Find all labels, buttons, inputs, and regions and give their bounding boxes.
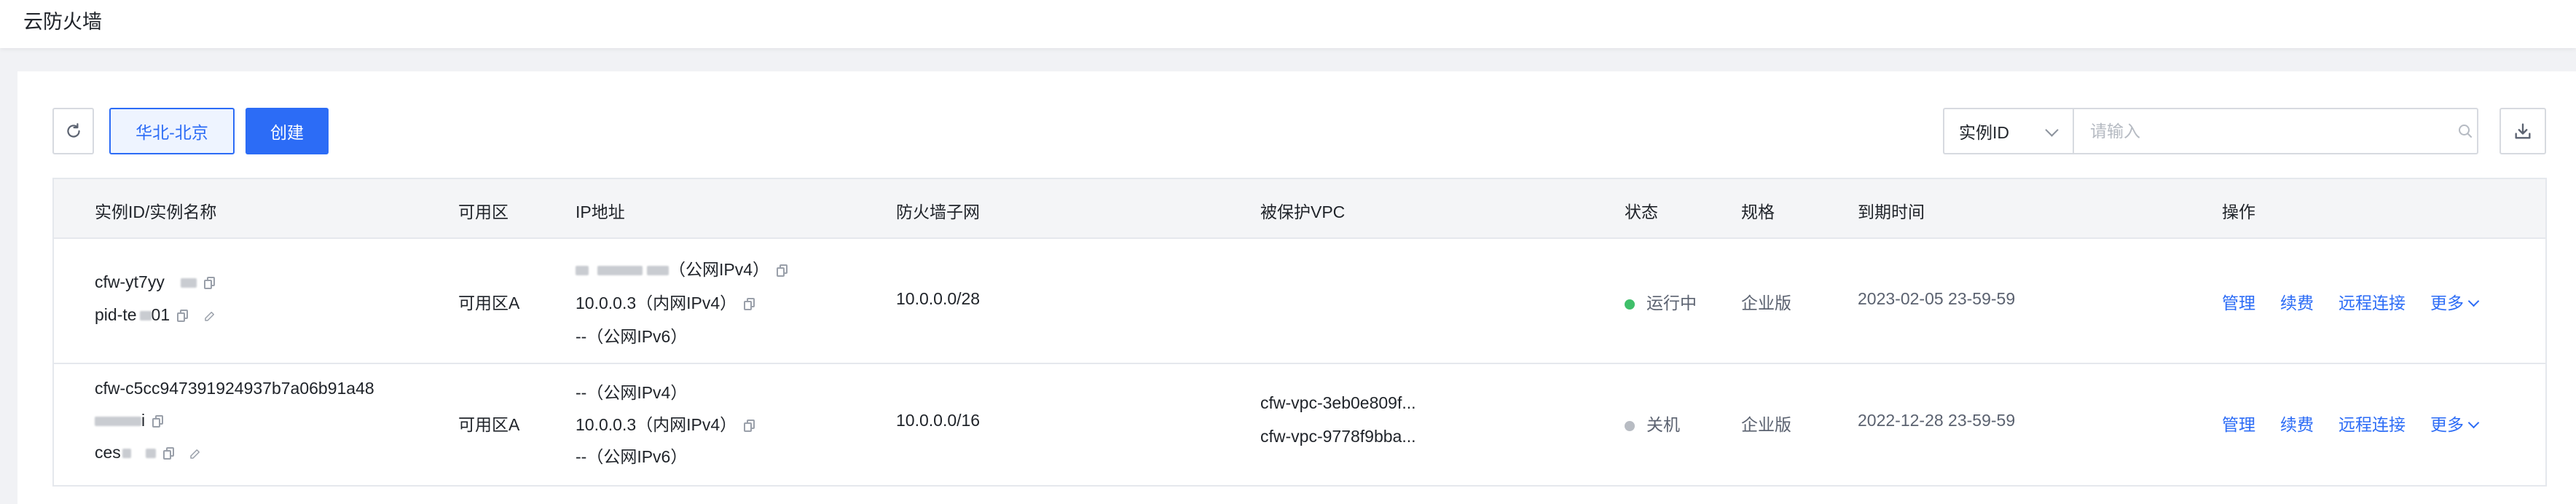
header-ip: IP地址	[576, 202, 625, 221]
chevron-down-icon	[2467, 295, 2480, 307]
main-panel: 华北-北京 创建 实例ID 实例ID/实例名称 可用区 IP地址 防火墙子网 被…	[17, 71, 2576, 504]
header-vpc: 被保护VPC	[1260, 202, 1346, 221]
chevron-down-icon	[2467, 417, 2480, 429]
zone: 可用区A	[458, 294, 520, 312]
search-input[interactable]	[2073, 108, 2478, 154]
edit-icon[interactable]	[189, 447, 202, 460]
header-subnet: 防火墙子网	[896, 202, 980, 221]
copy-icon[interactable]	[777, 264, 788, 277]
ip-public-v6: --（公网IPv6）	[576, 327, 688, 346]
manage-link[interactable]: 管理	[2222, 411, 2255, 436]
redacted-text	[180, 278, 197, 288]
refresh-icon	[66, 123, 80, 138]
table-row: cfw-c5cc947391924937b7a06b91a48 i ces 可用…	[54, 364, 2545, 487]
status: 关机	[1625, 411, 1680, 436]
status: 运行中	[1625, 289, 1697, 314]
search-icon[interactable]	[2457, 122, 2474, 140]
status-dot	[1625, 420, 1635, 431]
redacted-text	[647, 266, 669, 276]
manage-link[interactable]: 管理	[2222, 289, 2255, 314]
copy-icon[interactable]	[744, 298, 755, 311]
ip-public-v4: （公网IPv4）	[576, 256, 788, 280]
copy-icon[interactable]	[203, 277, 215, 290]
redacted-text	[122, 449, 131, 459]
status-dot	[1625, 299, 1635, 310]
download-icon	[2515, 123, 2531, 139]
remote-connect-link[interactable]: 远程连接	[2339, 411, 2406, 436]
spec: 企业版	[1741, 415, 1791, 434]
remote-connect-link[interactable]: 远程连接	[2339, 289, 2406, 314]
copy-icon[interactable]	[177, 310, 189, 323]
region-button[interactable]: 华北-北京	[109, 108, 235, 154]
more-link[interactable]: 更多	[2430, 289, 2480, 314]
copy-icon[interactable]	[744, 420, 755, 433]
chevron-down-icon	[2045, 123, 2059, 137]
instance-name: pid-te 01	[95, 305, 216, 325]
ip-private-v4: 10.0.0.3（内网IPv4）	[576, 289, 755, 314]
subnet: 10.0.0.0/28	[896, 289, 981, 308]
expire-time: 2022-12-28 23-59-59	[1858, 411, 2016, 430]
instance-id: cfw-yt7yy	[95, 272, 215, 292]
redacted-text	[597, 266, 643, 276]
renew-link[interactable]: 续费	[2280, 411, 2314, 436]
redacted-text	[95, 417, 141, 427]
instance-name: ces	[95, 443, 202, 462]
create-button[interactable]: 创建	[246, 108, 329, 154]
download-button[interactable]	[2500, 108, 2546, 154]
header-id-name: 实例ID/实例名称	[95, 202, 217, 221]
ip-private-v4: 10.0.0.3（内网IPv4）	[576, 411, 755, 436]
expire-time: 2023-02-05 23-59-59	[1858, 289, 2016, 308]
header-spec: 规格	[1741, 202, 1775, 221]
edit-icon[interactable]	[203, 310, 216, 323]
instance-table: 实例ID/实例名称 可用区 IP地址 防火墙子网 被保护VPC 状态 规格 到期…	[52, 178, 2547, 487]
copy-icon[interactable]	[152, 415, 164, 428]
subnet: 10.0.0.0/16	[896, 411, 981, 430]
search-field-select[interactable]: 实例ID	[1943, 108, 2073, 154]
header-status: 状态	[1625, 202, 1658, 221]
spec: 企业版	[1741, 294, 1791, 312]
zone: 可用区A	[458, 415, 520, 434]
copy-icon[interactable]	[162, 447, 174, 460]
redacted-text	[145, 449, 156, 459]
vpc-item: cfw-vpc-9778f9bba...	[1260, 427, 1416, 446]
table-row: cfw-yt7yy pid-te 01 可用区A （公网IPv4） 10.0.0.…	[54, 239, 2545, 364]
header-zone: 可用区	[458, 202, 508, 221]
redacted-text	[576, 266, 589, 276]
instance-id: cfw-c5cc947391924937b7a06b91a48	[95, 379, 374, 398]
redacted-text	[139, 311, 152, 321]
search-field-label: 实例ID	[1959, 123, 2009, 142]
renew-link[interactable]: 续费	[2280, 289, 2314, 314]
top-header: 云防火墙	[0, 0, 2576, 48]
more-link[interactable]: 更多	[2430, 411, 2480, 436]
header-actions: 操作	[2222, 202, 2255, 221]
ip-public-v4: --（公网IPv4）	[576, 383, 688, 402]
header-expire: 到期时间	[1858, 202, 1925, 221]
page-title: 云防火墙	[23, 11, 102, 33]
instance-id-suffix: i	[95, 411, 164, 430]
refresh-button[interactable]	[52, 108, 94, 154]
ip-public-v6: --（公网IPv6）	[576, 447, 688, 466]
vpc-item: cfw-vpc-3eb0e809f...	[1260, 393, 1416, 412]
table-header: 实例ID/实例名称 可用区 IP地址 防火墙子网 被保护VPC 状态 规格 到期…	[54, 179, 2545, 239]
